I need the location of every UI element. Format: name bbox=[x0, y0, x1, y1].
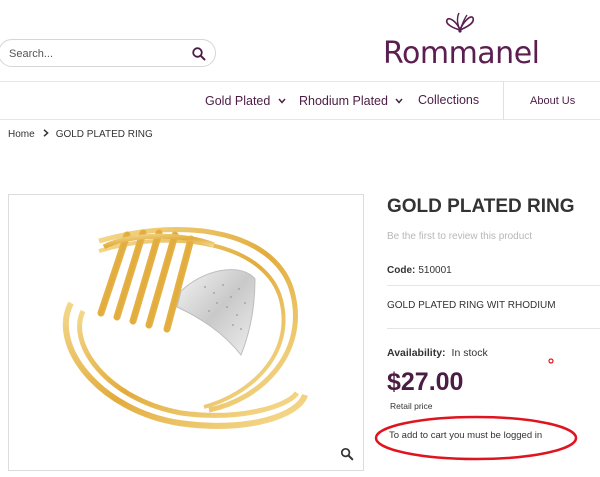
divider bbox=[387, 285, 600, 286]
nav-item-rhodium-plated[interactable]: Rhodium Plated bbox=[299, 93, 403, 108]
code-label: Code: bbox=[387, 265, 416, 276]
product-description: GOLD PLATED RING WIT RHODIUM bbox=[387, 300, 556, 311]
availability-value: In stock bbox=[451, 347, 488, 359]
nav-item-label: Collections bbox=[418, 93, 480, 107]
review-link[interactable]: Be the first to review this product bbox=[387, 231, 532, 242]
product-image-gallery[interactable] bbox=[8, 194, 364, 471]
chevron-down-icon bbox=[278, 93, 286, 107]
brand-logo[interactable]: Rommanel bbox=[383, 10, 548, 71]
cart-login-message: To add to cart you must be logged in bbox=[389, 430, 543, 441]
product-code: Code: 510001 bbox=[387, 265, 452, 276]
divider bbox=[387, 328, 600, 329]
search-icon[interactable] bbox=[191, 46, 207, 62]
product-title: GOLD PLATED RING bbox=[387, 196, 575, 217]
product-price: $27.00 bbox=[387, 368, 464, 396]
zoom-icon[interactable] bbox=[340, 447, 354, 461]
main-navigation: Gold Plated Rhodium Plated Collections A… bbox=[0, 82, 600, 120]
butterfly-logo-icon bbox=[445, 10, 475, 36]
chevron-right-icon bbox=[43, 129, 49, 140]
search-input[interactable] bbox=[9, 46, 179, 62]
code-value: 510001 bbox=[418, 265, 452, 276]
nav-item-about-us[interactable]: About Us bbox=[530, 95, 575, 107]
availability: Availability: In stock bbox=[387, 347, 488, 359]
price-note: Retail price bbox=[390, 401, 433, 411]
breadcrumb-current: GOLD PLATED RING bbox=[55, 129, 153, 140]
nav-item-label: Gold Plated bbox=[205, 94, 271, 108]
chevron-down-icon bbox=[395, 93, 403, 107]
nav-divider bbox=[503, 82, 504, 120]
search-box[interactable] bbox=[0, 39, 216, 67]
nav-item-gold-plated[interactable]: Gold Plated bbox=[205, 93, 286, 108]
site-header: Rommanel bbox=[0, 0, 600, 82]
availability-label: Availability: bbox=[387, 347, 446, 359]
breadcrumb-home-link[interactable]: Home bbox=[8, 129, 35, 140]
breadcrumb: Home GOLD PLATED RING bbox=[8, 129, 153, 140]
nav-item-collections[interactable]: Collections bbox=[418, 93, 479, 107]
annotation-dot bbox=[548, 358, 554, 364]
product-image bbox=[62, 227, 308, 429]
logo-wordmark: Rommanel bbox=[383, 36, 540, 71]
nav-item-label: Rhodium Plated bbox=[299, 94, 388, 108]
